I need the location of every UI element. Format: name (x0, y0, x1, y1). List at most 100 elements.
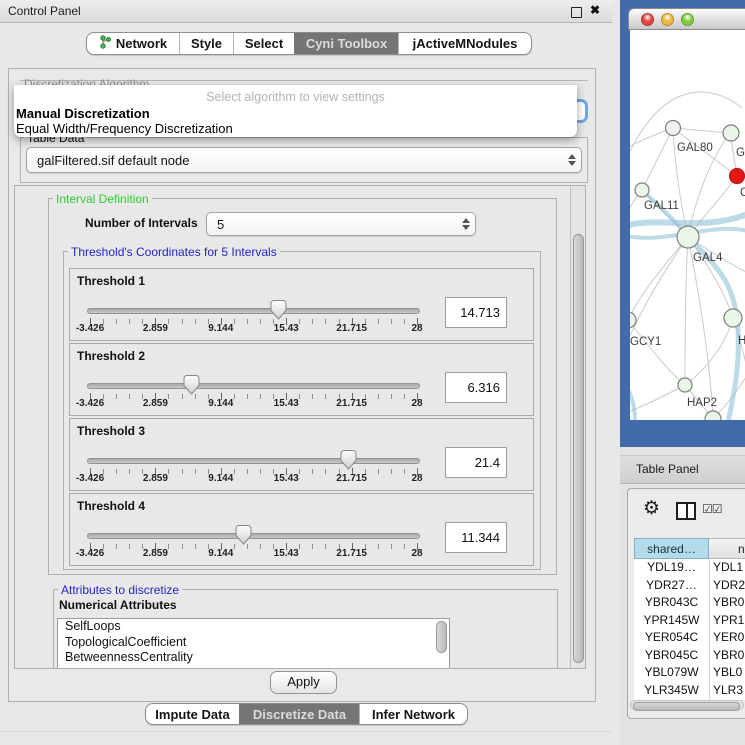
cell-shared-name[interactable]: YBR045C (634, 647, 710, 665)
select-columns-icon[interactable]: ☑☑ (702, 502, 722, 516)
attribute-item-betweennesscentrality[interactable]: BetweennessCentrality (58, 650, 449, 666)
slider-thumb[interactable] (340, 450, 357, 470)
dropdown-option-manual-discretization[interactable]: Manual Discretization (16, 106, 150, 121)
network-edge-thick[interactable] (630, 214, 745, 226)
attribute-item-topologicalcoefficient[interactable]: TopologicalCoefficient (58, 635, 449, 651)
network-canvas[interactable]: GAL80GACGAL11GAL4GCY1HHAP2 (630, 30, 745, 420)
app-screen: Control Panel ✖ NetworkStyleSelectCyni T… (0, 0, 745, 745)
cell-shared-name[interactable]: YDL19… (634, 559, 710, 577)
table-row-ybr043c[interactable]: YBR043CYBR0 (634, 594, 745, 612)
column-header-shared-name[interactable]: shared… (634, 538, 709, 559)
network-edge[interactable] (673, 128, 730, 133)
network-edge[interactable] (630, 190, 642, 240)
apply-button[interactable]: Apply (270, 671, 337, 694)
attribute-item-selfloops[interactable]: SelfLoops (58, 619, 449, 635)
network-node-ga[interactable] (723, 125, 739, 141)
network-edge[interactable] (688, 237, 713, 419)
tab-impute-data[interactable]: Impute Data (146, 704, 239, 724)
slider-track[interactable] (87, 308, 420, 314)
table-row-ydr27[interactable]: YDR27…YDR2 (634, 577, 745, 595)
close-light[interactable] (641, 13, 654, 26)
network-node-c[interactable] (730, 169, 745, 184)
table-row-ydl19[interactable]: YDL19…YDL1 (634, 559, 745, 577)
tab-style[interactable]: Style (179, 33, 233, 54)
slider-tick-label: -3.426 (60, 548, 120, 559)
network-edge[interactable] (642, 128, 673, 190)
network-graph: GAL80GACGAL11GAL4GCY1HHAP2 (630, 30, 745, 420)
cell-name[interactable]: YBR0 (713, 594, 744, 612)
cell-name[interactable]: YDR2 (713, 577, 745, 595)
network-node-h[interactable] (724, 309, 742, 327)
network-edge[interactable] (630, 385, 685, 414)
table-row-ybr045c[interactable]: YBR045CYBR0 (634, 647, 745, 665)
slider-tick-label: 28 (387, 398, 447, 409)
network-edge-thick[interactable] (630, 382, 635, 420)
table-row-yer054c[interactable]: YER054CYER0 (634, 629, 745, 647)
table-row-ylr345w[interactable]: YLR345WYLR3 (634, 682, 745, 700)
network-edge[interactable] (630, 320, 685, 385)
tab-jactivemnodules[interactable]: jActiveMNodules (398, 33, 531, 54)
table-row-ypr145w[interactable]: YPR145WYPR1 (634, 612, 745, 630)
attributes-list-scrollbar[interactable] (436, 621, 447, 653)
threshold-value-field[interactable]: 6.316 (445, 372, 507, 403)
tab-select[interactable]: Select (233, 33, 294, 54)
spinner-arrows-icon (457, 218, 475, 230)
settings-scrollbar-track[interactable] (570, 186, 585, 668)
zoom-light[interactable] (681, 13, 694, 26)
network-node-gal4[interactable] (677, 226, 699, 248)
network-window-titlebar[interactable] (628, 8, 745, 30)
cell-name[interactable]: YER0 (713, 629, 744, 647)
slider-track[interactable] (87, 383, 420, 389)
column-layout-icon[interactable] (676, 502, 696, 520)
table-row-ybl079w[interactable]: YBL079WYBL0 (634, 664, 745, 682)
minimize-light[interactable] (661, 13, 674, 26)
table-data-combo[interactable]: galFiltered.sif default node (26, 147, 582, 173)
cell-name[interactable]: YDL1 (713, 559, 743, 577)
slider-track[interactable] (87, 458, 420, 464)
tab-label: Style (191, 36, 222, 51)
gear-icon[interactable]: ⚙ (643, 497, 660, 520)
cell-shared-name[interactable]: YBL079W (634, 664, 710, 682)
cell-shared-name[interactable]: YPR145W (634, 612, 710, 630)
network-view-frame[interactable]: GAL80GACGAL11GAL4GCY1HHAP2 (620, 0, 745, 447)
tab-infer-network[interactable]: Infer Network (359, 704, 467, 724)
cell-shared-name[interactable]: YDR27… (634, 577, 710, 595)
slider-thumb[interactable] (270, 300, 287, 320)
tab-cyni-toolbox[interactable]: Cyni Toolbox (294, 33, 398, 54)
tab-label: Infer Network (372, 707, 455, 722)
network-node-gal80[interactable] (666, 121, 681, 136)
number-of-intervals-combo[interactable]: 5 (206, 212, 476, 236)
table-hscrollbar-track[interactable] (630, 700, 744, 710)
network-edge-thick[interactable] (688, 237, 738, 420)
settings-scrollbar-thumb[interactable] (573, 234, 584, 663)
float-window-icon[interactable] (571, 7, 582, 18)
network-node-gal11[interactable] (635, 183, 649, 197)
network-edge[interactable] (685, 237, 688, 385)
cell-shared-name[interactable]: YBR043C (634, 594, 710, 612)
cell-name[interactable]: YBR0 (713, 647, 744, 665)
network-edge[interactable] (685, 318, 733, 385)
slider-tick-label: 21.715 (322, 548, 382, 559)
cell-shared-name[interactable]: YER054C (634, 629, 710, 647)
network-node-hap2[interactable] (678, 378, 692, 392)
node-label: HAP2 (687, 397, 717, 409)
threshold-value-field[interactable]: 14.713 (445, 297, 507, 328)
cell-name[interactable]: YBL0 (713, 664, 742, 682)
cell-name[interactable]: YPR1 (713, 612, 744, 630)
column-header-name[interactable]: na (709, 538, 745, 559)
slider-thumb[interactable] (235, 525, 252, 545)
threshold-value-field[interactable]: 21.4 (445, 447, 507, 478)
slider-track[interactable] (87, 533, 420, 539)
cell-shared-name[interactable]: YLR345W (634, 682, 710, 700)
tab-discretize-data[interactable]: Discretize Data (239, 704, 359, 724)
cell-name[interactable]: YLR3 (713, 682, 743, 700)
tab-network[interactable]: Network (87, 33, 179, 54)
table-hscrollbar-thumb[interactable] (633, 702, 740, 711)
threshold-value-field[interactable]: 11.344 (445, 522, 507, 553)
slider-tick-label: 15.43 (256, 548, 316, 559)
slider-tick-label: -3.426 (60, 473, 120, 484)
dropdown-option-equal-width-frequency[interactable]: Equal Width/Frequency Discretization (16, 121, 233, 136)
tab-label: Network (116, 36, 167, 51)
slider-thumb[interactable] (183, 375, 200, 395)
close-icon[interactable]: ✖ (590, 3, 600, 17)
